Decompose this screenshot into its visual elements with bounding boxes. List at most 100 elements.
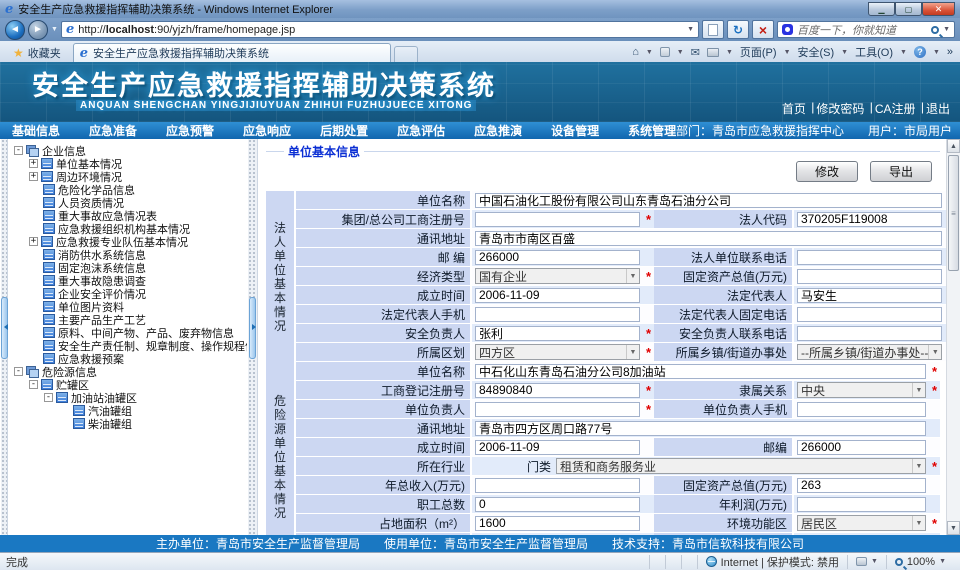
tree-item-label[interactable]: 周边环境情况 bbox=[56, 170, 122, 183]
chevron-down-icon[interactable]: ▼ bbox=[626, 269, 639, 283]
text-input[interactable] bbox=[475, 516, 640, 531]
text-input[interactable] bbox=[475, 193, 942, 208]
maximize-button[interactable]: ▢ bbox=[895, 2, 922, 16]
header-link-3[interactable]: CA注册 bbox=[875, 100, 916, 117]
text-input[interactable] bbox=[797, 269, 942, 284]
select-input[interactable]: 国有企业▼ bbox=[475, 268, 640, 284]
tree-item-label[interactable]: 安全生产责任制、规章制度、操作规程信息 bbox=[58, 339, 247, 352]
search-dropdown-icon[interactable]: ▼ bbox=[943, 26, 950, 33]
forward-button[interactable]: ► bbox=[28, 20, 48, 40]
home-icon[interactable]: ⌂ bbox=[632, 46, 639, 58]
favorites-button[interactable]: ★ 收藏夹 bbox=[4, 43, 70, 62]
collapse-icon[interactable]: - bbox=[44, 393, 53, 402]
text-input[interactable] bbox=[797, 478, 926, 493]
text-input[interactable] bbox=[797, 307, 942, 322]
scrollbar-thumb[interactable]: ≡ bbox=[948, 155, 959, 271]
tree-item-label[interactable]: 主要产品生产工艺 bbox=[58, 313, 146, 326]
text-input[interactable] bbox=[475, 212, 640, 227]
collapse-icon[interactable]: - bbox=[29, 380, 38, 389]
tools-menu[interactable]: 工具(O) bbox=[855, 44, 893, 60]
tools-dropdown-icon[interactable]: ▼ bbox=[900, 49, 907, 56]
menu-item[interactable]: 应急预警 bbox=[166, 122, 214, 139]
zoom-segment[interactable]: 100% ▼ bbox=[886, 555, 954, 569]
feeds-icon[interactable] bbox=[660, 47, 670, 57]
tree-item-label[interactable]: 贮罐区 bbox=[56, 378, 89, 391]
compatibility-view-button[interactable] bbox=[702, 20, 724, 39]
search-box[interactable]: 百度一下，你就知道 ▼ bbox=[777, 21, 955, 38]
tree-splitter[interactable] bbox=[247, 139, 258, 535]
page-menu[interactable]: 页面(P) bbox=[740, 44, 777, 60]
text-input[interactable] bbox=[475, 440, 640, 455]
expand-icon[interactable]: + bbox=[29, 159, 38, 168]
url-field[interactable]: e http://localhost:90/yjzh/frame/homepag… bbox=[61, 21, 699, 38]
header-link-2[interactable]: 修改密码 bbox=[816, 100, 864, 117]
filter-segment[interactable]: ▼ bbox=[847, 555, 886, 569]
text-input[interactable] bbox=[475, 383, 640, 398]
left-splitter[interactable] bbox=[0, 139, 8, 535]
tree-item-label[interactable]: 原料、中间产物、产品、废弃物信息 bbox=[58, 326, 234, 339]
tree-item-label[interactable]: 应急救援专业队伍基本情况 bbox=[56, 235, 188, 248]
filter-dropdown-icon[interactable]: ▼ bbox=[871, 558, 878, 565]
help-dropdown-icon[interactable]: ▼ bbox=[933, 49, 940, 56]
mail-icon[interactable]: ✉ bbox=[691, 46, 700, 59]
text-input[interactable] bbox=[475, 535, 640, 536]
menu-item[interactable]: 应急响应 bbox=[243, 122, 291, 139]
select-input[interactable]: --所属乡镇/街道办事处--▼ bbox=[797, 344, 942, 360]
menu-item[interactable]: 应急准备 bbox=[89, 122, 137, 139]
text-input[interactable] bbox=[475, 288, 640, 303]
text-input[interactable] bbox=[797, 212, 942, 227]
chevron-down-icon[interactable]: ▼ bbox=[928, 345, 941, 359]
tree-item-label[interactable]: 企业信息 bbox=[42, 144, 86, 157]
tree-item-label[interactable]: 应急救援预案 bbox=[58, 352, 124, 365]
text-input[interactable] bbox=[475, 497, 640, 512]
help-icon[interactable]: ? bbox=[914, 46, 926, 58]
menu-item[interactable]: 系统管理 bbox=[628, 122, 676, 139]
tree-item-label[interactable]: 固定泡沫系统信息 bbox=[58, 261, 146, 274]
text-input[interactable] bbox=[475, 364, 926, 379]
text-input[interactable] bbox=[797, 288, 942, 303]
header-link-4[interactable]: 退出 bbox=[926, 100, 950, 117]
history-dropdown-icon[interactable]: ▼ bbox=[51, 26, 58, 33]
tree-item-label[interactable]: 危险源信息 bbox=[42, 365, 97, 378]
text-input[interactable] bbox=[475, 307, 640, 322]
safety-menu[interactable]: 安全(S) bbox=[798, 44, 835, 60]
text-input[interactable] bbox=[797, 440, 926, 455]
scroll-down-arrow[interactable]: ▼ bbox=[947, 521, 960, 535]
print-icon[interactable] bbox=[707, 48, 719, 57]
text-input[interactable] bbox=[475, 250, 640, 265]
text-input[interactable] bbox=[475, 421, 926, 436]
zoom-dropdown-icon[interactable]: ▼ bbox=[939, 558, 946, 565]
collapse-icon[interactable]: - bbox=[14, 146, 23, 155]
vertical-scrollbar[interactable]: ▲ ≡ ▼ bbox=[946, 139, 960, 535]
chevron-down-icon[interactable]: ▼ bbox=[912, 383, 925, 397]
expand-icon[interactable]: + bbox=[29, 237, 38, 246]
select-input[interactable]: 四方区▼ bbox=[475, 344, 640, 360]
modify-button[interactable]: 修改 bbox=[796, 161, 858, 182]
minimize-button[interactable]: ▁ bbox=[868, 2, 895, 16]
expand-icon[interactable]: + bbox=[29, 172, 38, 181]
tree-item-label[interactable]: 加油站油罐区 bbox=[71, 391, 137, 404]
left-collapse-handle[interactable] bbox=[1, 297, 8, 359]
menu-item[interactable]: 设备管理 bbox=[551, 122, 599, 139]
text-input[interactable] bbox=[475, 231, 942, 246]
menu-item[interactable]: 应急评估 bbox=[397, 122, 445, 139]
chevron-down-icon[interactable]: ▼ bbox=[912, 459, 925, 473]
safety-dropdown-icon[interactable]: ▼ bbox=[841, 49, 848, 56]
refresh-button[interactable]: ↻ bbox=[727, 20, 749, 39]
home-dropdown-icon[interactable]: ▼ bbox=[646, 49, 653, 56]
menu-item[interactable]: 应急推演 bbox=[474, 122, 522, 139]
text-input[interactable] bbox=[797, 326, 942, 341]
close-button[interactable]: ✕ bbox=[922, 2, 955, 16]
active-tab[interactable]: e 安全生产应急救援指挥辅助决策系统 bbox=[73, 43, 391, 62]
text-input[interactable] bbox=[475, 326, 640, 341]
select-input[interactable]: 中央▼ bbox=[797, 382, 926, 398]
chevron-down-icon[interactable]: ▼ bbox=[912, 516, 925, 530]
collapse-icon[interactable]: - bbox=[14, 367, 23, 376]
text-input[interactable] bbox=[797, 250, 942, 265]
tree-item-label[interactable]: 消防供水系统信息 bbox=[58, 248, 146, 261]
scrollbar-track[interactable]: ≡ bbox=[947, 153, 960, 521]
tree-item-label[interactable]: 人员资质情况 bbox=[58, 196, 124, 209]
tree-item-label[interactable]: 危险化学品信息 bbox=[58, 183, 135, 196]
text-input[interactable] bbox=[797, 535, 926, 536]
select-input[interactable]: 租赁和商务服务业▼ bbox=[556, 458, 926, 474]
